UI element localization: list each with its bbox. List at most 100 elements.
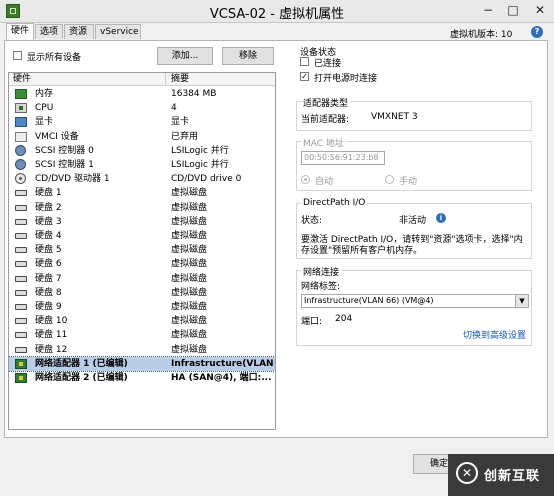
row-name: SCSI 控制器 1: [35, 160, 94, 170]
row-name: 硬盘 12: [35, 344, 68, 355]
directpath-group: DirectPath I/O 状态: 非活动 i 要激活 DirectPath …: [296, 198, 532, 259]
table-row[interactable]: 网络适配器 1 (已编辑) Infrastructure(VLAN...: [9, 355, 275, 372]
close-button[interactable]: ✕: [530, 2, 550, 18]
disk-icon: [15, 318, 27, 325]
row-name: 内存: [35, 89, 54, 99]
mac-manual-label: 手动: [399, 177, 418, 187]
network-label-label: 网络标签:: [301, 282, 341, 292]
watermark: ✕ 创新互联: [448, 454, 554, 496]
col-hardware-header[interactable]: 硬件: [13, 73, 31, 85]
disk-icon: [15, 304, 27, 310]
directpath-status-label: 状态:: [301, 216, 323, 226]
table-row[interactable]: 硬盘 1 虚拟磁盘: [9, 186, 275, 200]
chevron-down-icon[interactable]: ▼: [515, 295, 528, 307]
table-row[interactable]: 硬盘 12 虚拟磁盘: [9, 343, 275, 357]
connected-checkbox[interactable]: [300, 57, 309, 66]
info-icon[interactable]: i: [436, 213, 446, 223]
mac-address-title: MAC 地址: [301, 136, 346, 149]
minimize-button[interactable]: −: [478, 2, 498, 18]
watermark-logo-icon: ✕: [456, 462, 478, 484]
tab-hardware[interactable]: 硬件: [6, 23, 34, 40]
mac-address-field[interactable]: 00:50:56:91:23:b8: [301, 151, 385, 165]
row-summary: 16384 MB: [171, 89, 217, 99]
network-label-value: Infrastructure(VLAN 66) (VM@4): [304, 296, 434, 305]
network-connection-group: 网络连接 网络标签: Infrastructure(VLAN 66) (VM@4…: [296, 265, 532, 346]
table-row[interactable]: 硬盘 6 虚拟磁盘: [9, 257, 275, 271]
column-divider[interactable]: [165, 73, 166, 85]
disk-icon: [15, 204, 27, 211]
watermark-text: 创新互联: [484, 469, 541, 484]
vmci-icon: [15, 131, 27, 142]
row-summary: Infrastructure(VLAN...: [171, 358, 273, 369]
mac-auto-label: 自动: [315, 177, 334, 187]
row-summary: 虚拟磁盘: [171, 231, 208, 241]
maximize-button[interactable]: □: [503, 2, 523, 18]
table-row[interactable]: VMCI 设备 已弃用: [9, 130, 275, 144]
table-row[interactable]: 硬盘 7 虚拟磁盘: [9, 272, 275, 286]
mac-address-group: MAC 地址 00:50:56:91:23:b8 自动 手动: [296, 136, 532, 191]
row-name: 硬盘 11: [35, 330, 68, 341]
row-name: CPU: [35, 103, 54, 114]
row-name: 网络适配器 1 (已编辑): [35, 358, 128, 369]
row-summary: LSILogic 并行: [171, 160, 229, 170]
current-adapter-label: 当前适配器:: [301, 115, 350, 125]
network-connection-title: 网络连接: [301, 265, 342, 278]
row-name: 硬盘 7: [35, 273, 62, 284]
disk-icon: [15, 190, 27, 197]
mac-manual-radio[interactable]: [385, 175, 394, 184]
show-all-devices-checkbox[interactable]: [13, 51, 22, 60]
connect-at-power-on-label: 打开电源时连接: [314, 74, 378, 84]
row-summary: LSILogic 并行: [171, 145, 229, 156]
add-button[interactable]: 添加...: [157, 47, 213, 65]
row-name: 网络适配器 2 (已编辑): [35, 373, 128, 383]
nic-icon: [15, 373, 27, 383]
row-summary: 虚拟磁盘: [171, 188, 208, 199]
connected-label: 已连接: [314, 59, 342, 69]
row-name: VMCI 设备: [35, 131, 79, 142]
row-summary: 虚拟磁盘: [171, 202, 208, 213]
row-name: 硬盘 4: [35, 231, 62, 241]
port-value: 204: [335, 314, 353, 324]
title-bar: VCSA-02 - 虚拟机属性 − □ ✕: [0, 0, 554, 23]
adapter-type-title: 适配器类型: [301, 96, 351, 109]
nic-icon: [15, 358, 27, 369]
row-name: 硬盘 2: [35, 202, 62, 213]
network-label-dropdown[interactable]: Infrastructure(VLAN 66) (VM@4) ▼: [301, 294, 529, 308]
table-row[interactable]: 显卡 显卡: [9, 115, 275, 129]
table-row[interactable]: 网络适配器 2 (已编辑) HA (SAN@4), 端口:...: [9, 371, 275, 385]
window-title: VCSA-02 - 虚拟机属性: [209, 7, 345, 22]
table-row[interactable]: SCSI 控制器 1 LSILogic 并行: [9, 158, 275, 172]
tab-resources[interactable]: 资源: [64, 24, 94, 39]
remove-button[interactable]: 移除: [222, 47, 274, 65]
hardware-list[interactable]: 硬件 摘要 内存 16384 MB CPU 4 显卡 显卡 VMCI 设备 已弃用 SCSI 控…: [8, 72, 276, 430]
row-name: 硬盘 3: [35, 216, 62, 227]
row-summary: HA (SAN@4), 端口:...: [171, 373, 272, 383]
row-summary: 显卡: [171, 117, 190, 128]
help-icon[interactable]: ?: [531, 26, 543, 38]
table-row[interactable]: 硬盘 3 虚拟磁盘: [9, 215, 275, 229]
vm-version: 虚拟机版本: 10: [450, 30, 513, 40]
col-summary-header[interactable]: 摘要: [171, 73, 189, 85]
mac-auto-radio[interactable]: [301, 175, 310, 184]
row-summary: 虚拟磁盘: [171, 259, 208, 270]
table-row[interactable]: 硬盘 9 虚拟磁盘: [9, 300, 275, 314]
connect-at-power-on-checkbox[interactable]: ✓: [300, 72, 309, 81]
tab-options[interactable]: 选项: [35, 24, 63, 39]
disk-icon: [15, 233, 27, 239]
table-row[interactable]: 硬盘 2 虚拟磁盘: [9, 201, 275, 215]
table-row[interactable]: 硬盘 4 虚拟磁盘: [9, 229, 275, 243]
row-name: SCSI 控制器 0: [35, 145, 94, 156]
row-summary: 虚拟磁盘: [171, 302, 208, 312]
table-row[interactable]: 内存 16384 MB: [9, 87, 275, 101]
table-row[interactable]: CPU 4: [9, 101, 275, 115]
table-row[interactable]: SCSI 控制器 0 LSILogic 并行: [9, 144, 275, 158]
table-row[interactable]: 硬盘 5 虚拟磁盘: [9, 243, 275, 257]
scsi-icon: [15, 159, 26, 170]
table-row[interactable]: 硬盘 10 虚拟磁盘: [9, 314, 275, 328]
advanced-settings-link[interactable]: 切换到高级设置: [463, 328, 526, 341]
disk-icon: [15, 289, 27, 296]
tab-vservice[interactable]: vService: [95, 24, 141, 39]
table-row[interactable]: 硬盘 11 虚拟磁盘: [9, 328, 275, 342]
table-row[interactable]: CD/DVD 驱动器 1 CD/DVD drive 0: [9, 172, 275, 186]
table-row[interactable]: 硬盘 8 虚拟磁盘: [9, 286, 275, 300]
